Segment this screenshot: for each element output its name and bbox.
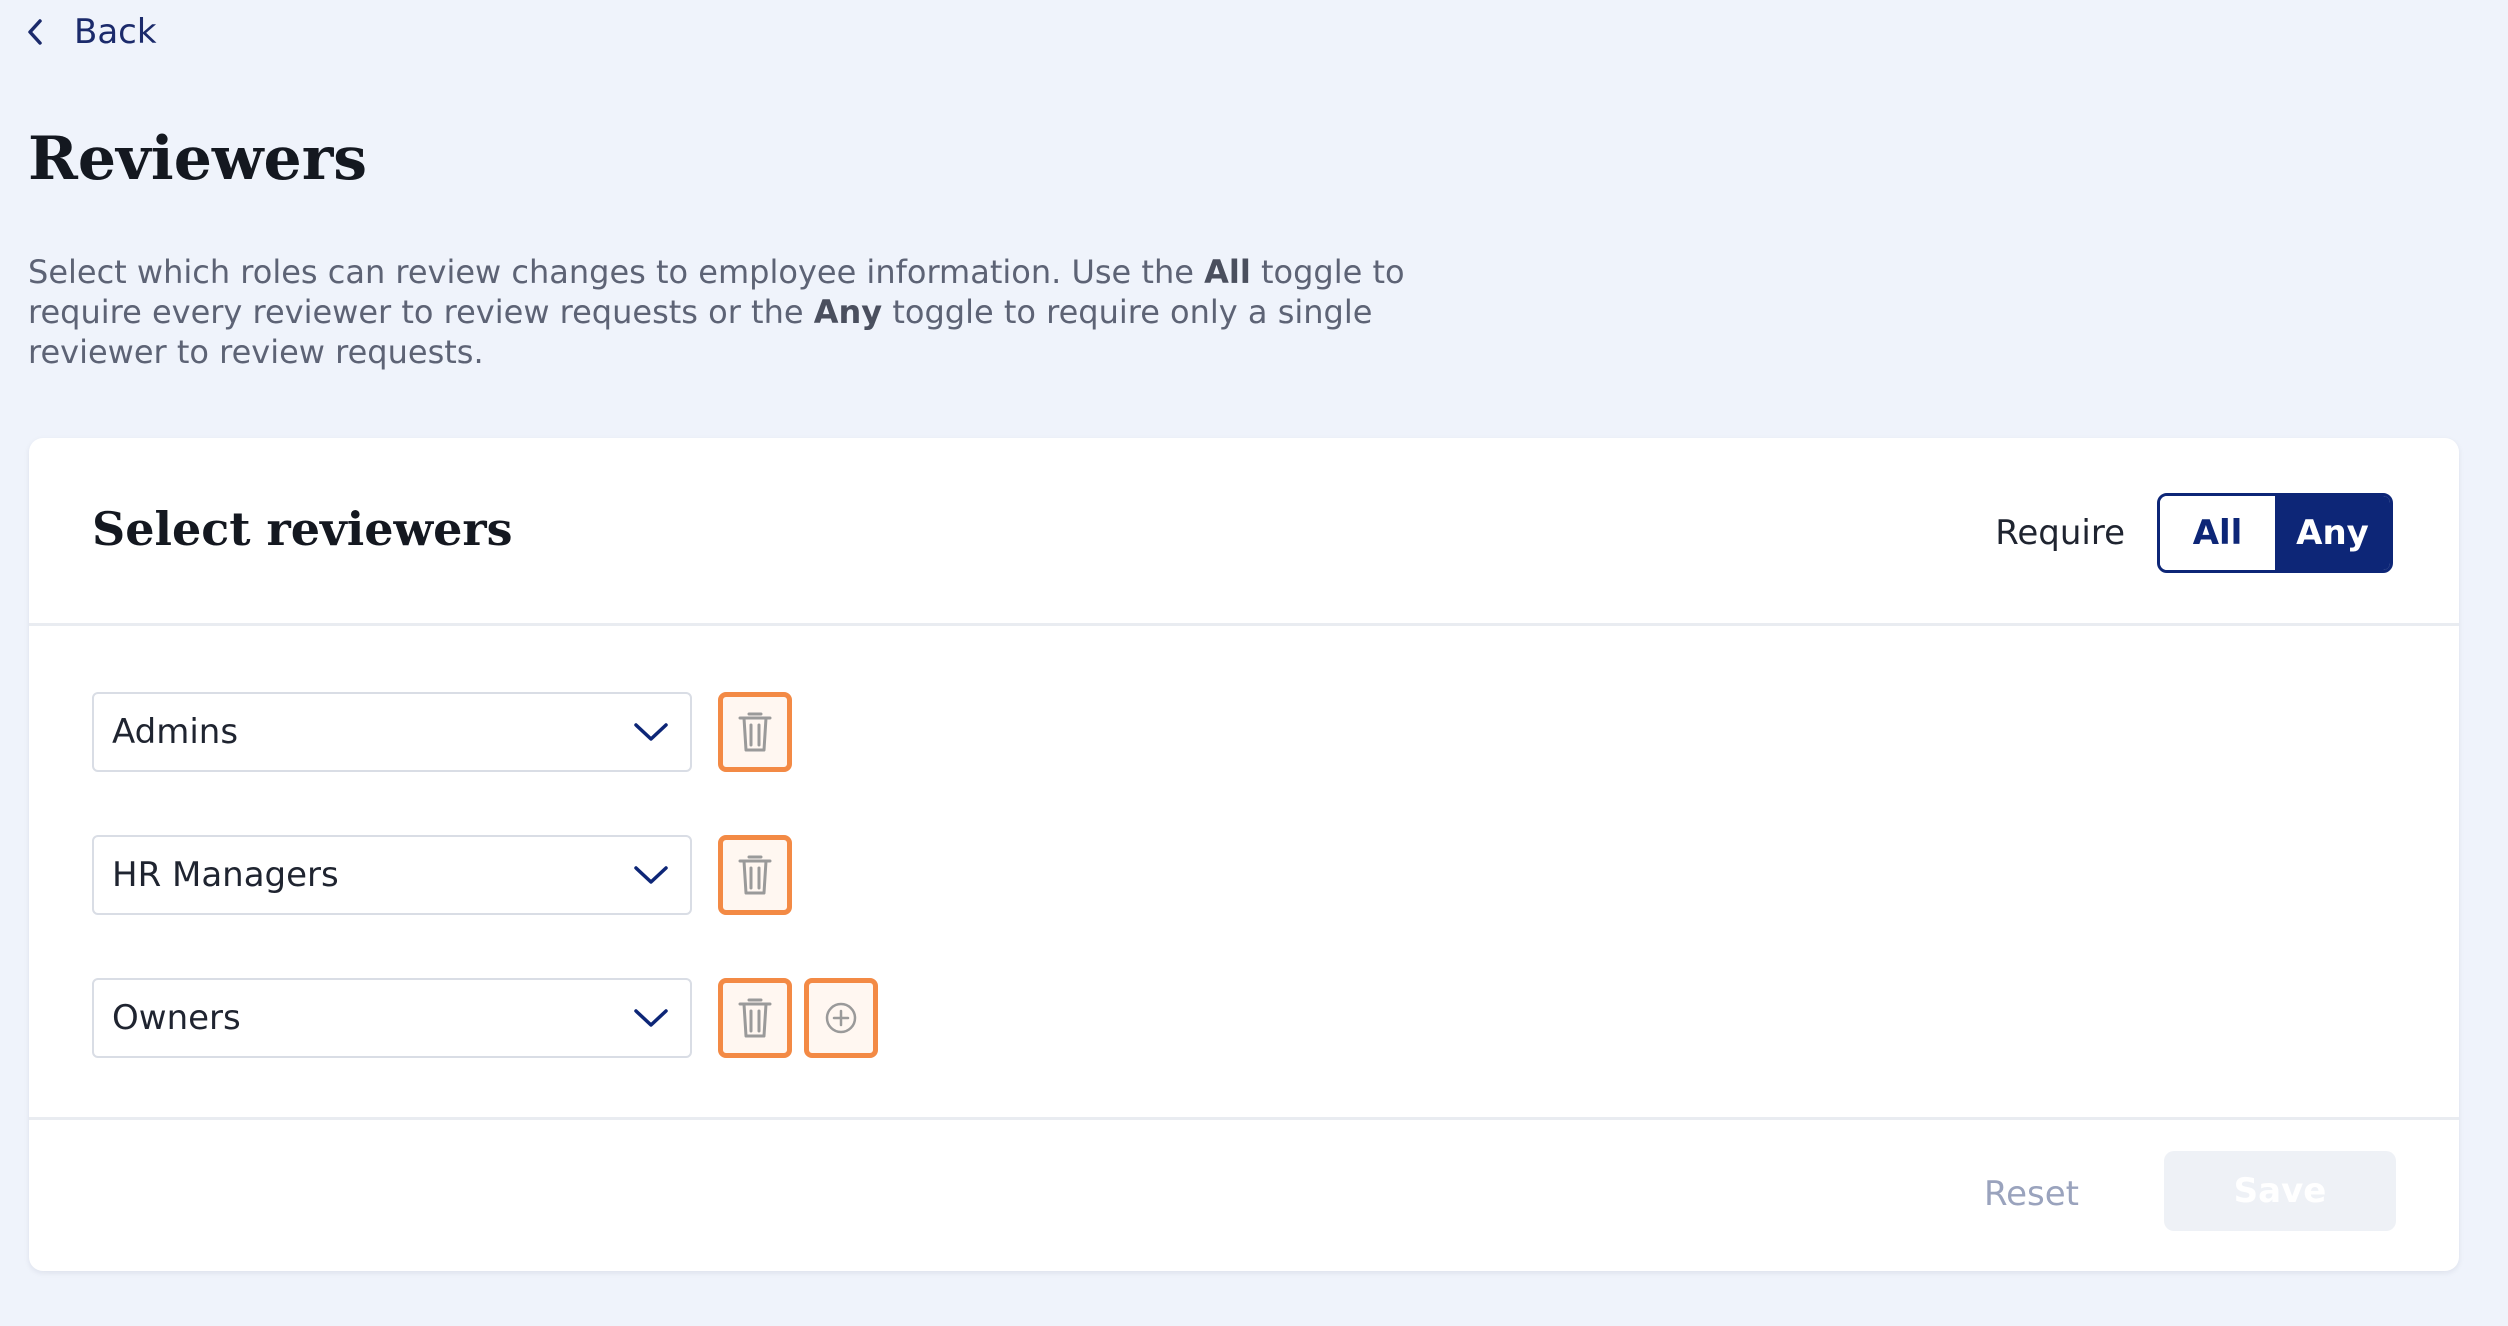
- reviewer-select-value: HR Managers: [112, 855, 339, 895]
- reviewers-card: Select reviewers Require All Any Admins …: [29, 438, 2459, 1271]
- reviewer-select[interactable]: HR Managers: [92, 835, 692, 915]
- card-header: Select reviewers Require All Any: [29, 438, 2459, 626]
- reviewer-select-value: Admins: [112, 712, 239, 752]
- all-keyword: All: [1204, 253, 1251, 291]
- chevron-down-icon: [634, 866, 668, 884]
- page-title: Reviewers: [28, 124, 368, 194]
- reviewer-select[interactable]: Admins: [92, 692, 692, 772]
- back-link[interactable]: Back: [24, 12, 157, 52]
- chevron-left-icon: [28, 19, 42, 45]
- save-button[interactable]: Save: [2164, 1151, 2396, 1231]
- delete-reviewer-button[interactable]: [718, 978, 792, 1058]
- toggle-all[interactable]: All: [2160, 496, 2275, 570]
- chevron-down-icon: [634, 723, 668, 741]
- reviewer-row: Admins: [92, 692, 792, 772]
- chevron-down-icon: [634, 1009, 668, 1027]
- reviewer-list: Admins HR Managers Owners: [29, 626, 2459, 1120]
- require-label: Require: [1995, 513, 2125, 553]
- trash-icon: [738, 712, 772, 752]
- delete-reviewer-button[interactable]: [718, 692, 792, 772]
- card-footer: Reset Save: [29, 1120, 2459, 1268]
- page-description: Select which roles can review changes to…: [28, 253, 1405, 371]
- delete-reviewer-button[interactable]: [718, 835, 792, 915]
- back-label: Back: [74, 12, 157, 52]
- reviewer-select-value: Owners: [112, 998, 241, 1038]
- add-reviewer-button[interactable]: [804, 978, 878, 1058]
- card-title: Select reviewers: [92, 502, 513, 556]
- trash-icon: [738, 855, 772, 895]
- require-toggle: All Any: [2157, 493, 2393, 573]
- toggle-any[interactable]: Any: [2275, 496, 2390, 570]
- require-control: Require All Any: [1995, 493, 2393, 573]
- reviewer-select[interactable]: Owners: [92, 978, 692, 1058]
- reviewer-row: HR Managers: [92, 835, 792, 915]
- any-keyword: Any: [813, 293, 883, 331]
- reset-button[interactable]: Reset: [1984, 1174, 2079, 1214]
- reviewer-row: Owners: [92, 978, 878, 1058]
- trash-icon: [738, 998, 772, 1038]
- plus-circle-icon: [825, 1002, 857, 1034]
